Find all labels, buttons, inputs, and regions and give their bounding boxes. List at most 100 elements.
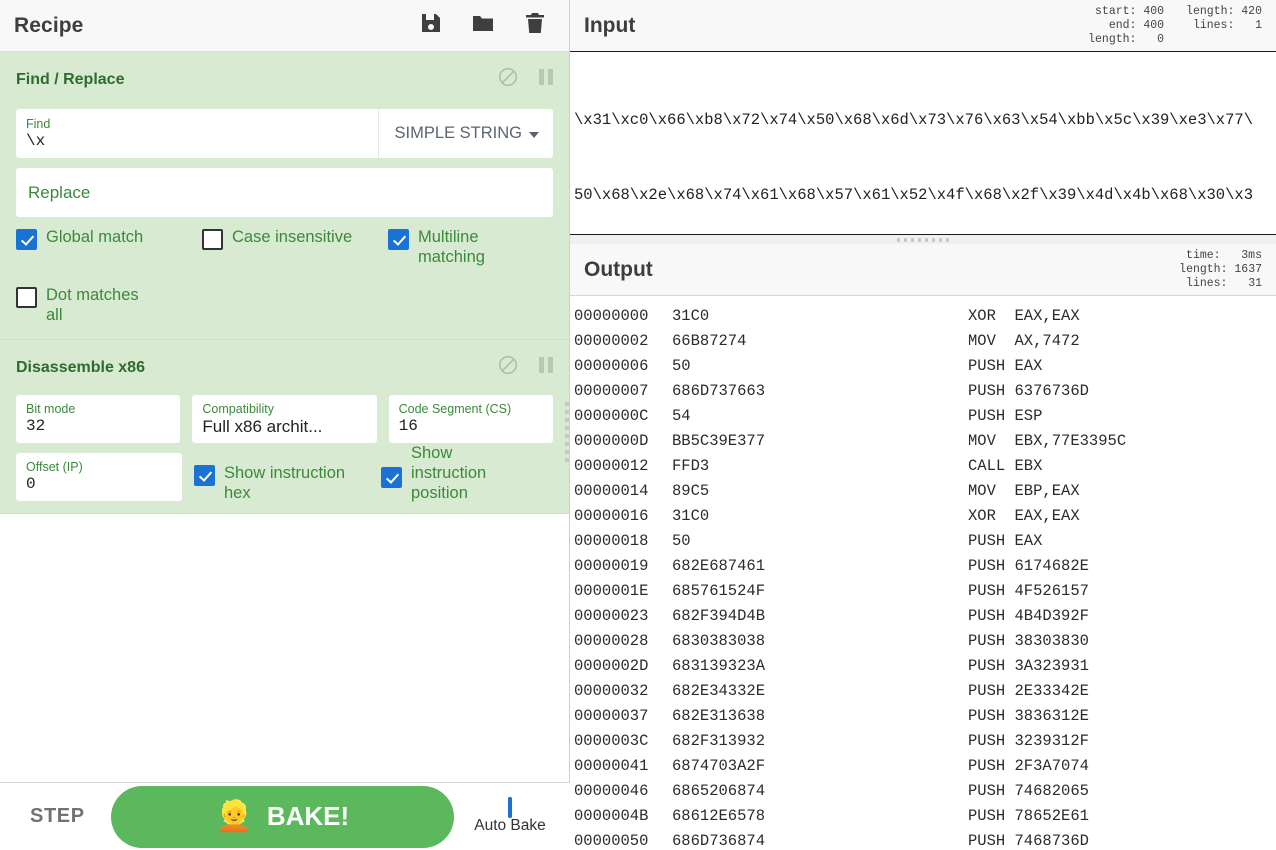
meta-key: lines: (1186, 276, 1228, 290)
checkbox-box (202, 229, 223, 250)
disassembly-row: 00000014 89C5 MOV EBP,EAX (574, 479, 1276, 504)
find-replace-checkbox-grid: Global match Case insensitive Multiline … (0, 217, 569, 329)
meta-value: 1 (1255, 18, 1262, 32)
disable-icon[interactable] (497, 66, 519, 93)
checkbox-show-instruction-hex[interactable]: Show instruction hex (194, 463, 369, 503)
instruction-address: 00000007 (574, 382, 649, 400)
instruction-address: 00000037 (574, 707, 649, 725)
checkbox-box (381, 467, 402, 488)
disassembly-row: 00000028 6830383038 PUSH 38303830 (574, 629, 1276, 654)
offset-ip-input[interactable]: Offset (IP) 0 (16, 453, 182, 501)
instruction-address: 00000014 (574, 482, 649, 500)
instruction-hex: 686D736874 (672, 832, 766, 850)
checkbox-multiline-matching[interactable]: Multiline matching (388, 227, 538, 267)
instruction-address: 0000003C (574, 732, 649, 750)
disable-icon[interactable] (497, 354, 519, 381)
disassembly-row: 00000012 FFD3 CALL EBX (574, 454, 1276, 479)
instruction-address: 00000023 (574, 607, 649, 625)
replace-input[interactable]: Replace (16, 168, 553, 217)
disassembly-row: 00000007 686D737663 PUSH 6376736D (574, 379, 1276, 404)
recipe-title: Recipe (14, 13, 84, 37)
instruction-hex: 686D737663 (672, 382, 766, 400)
checkbox-dot-matches-all[interactable]: Dot matches all (16, 285, 202, 325)
input-length-meta: length: 420 lines: 1 (1186, 5, 1262, 47)
find-label: Find (26, 116, 51, 131)
field-label: Code Segment (CS) (398, 402, 512, 416)
find-argument-row: Find \x SIMPLE STRING (0, 109, 569, 158)
instruction-address: 00000018 (574, 532, 649, 550)
checkbox-box (508, 796, 512, 818)
instruction-mnemonic: PUSH EAX (968, 532, 1043, 550)
meta-value: 400 (1143, 4, 1165, 18)
instruction-hex: BB5C39E377 (672, 432, 766, 450)
bake-button[interactable]: 👱 BAKE! (110, 785, 454, 848)
disassembly-row: 00000019 682E687461 PUSH 6174682E (574, 554, 1276, 579)
meta-key: lines: (1192, 18, 1235, 32)
disassembly-row: 0000001E 685761524F PUSH 4F526157 (574, 579, 1276, 604)
disassembly-row: 00000041 6874703A2F PUSH 2F3A7074 (574, 754, 1276, 779)
field-label: Bit mode (26, 402, 76, 416)
input-output-splitter[interactable] (570, 234, 1276, 244)
meta-value: 1637 (1234, 262, 1262, 276)
step-button[interactable]: STEP (14, 797, 101, 836)
folder-icon[interactable] (471, 11, 495, 40)
instruction-hex: 6874703A2F (672, 757, 766, 775)
recipe-operation-list[interactable]: Find / Replace Find \x SIMPLE STRING Rep… (0, 52, 569, 850)
disassembly-row: 00000050 686D736874 PUSH 7468736D (574, 829, 1276, 850)
operation-disassemble-x86[interactable]: Disassemble x86 Bit mode 32 Compatibilit… (0, 340, 569, 514)
trash-icon[interactable] (523, 11, 547, 40)
chevron-down-icon (529, 131, 539, 138)
find-type-dropdown[interactable]: SIMPLE STRING (379, 109, 553, 158)
instruction-mnemonic: PUSH 78652E61 (968, 807, 1089, 825)
instruction-address: 0000004B (574, 807, 649, 825)
instruction-hex: 682E313638 (672, 707, 766, 725)
meta-value: 3ms (1241, 248, 1262, 262)
output-title: Output (584, 257, 653, 281)
meta-key: start: (1095, 4, 1137, 18)
field-label: Compatibility (202, 402, 274, 416)
operation-header: Disassemble x86 (0, 340, 569, 389)
input-meta: start: 400 end: 400 length: 0 length: 42… (1088, 5, 1270, 47)
instruction-address: 0000000D (574, 432, 649, 450)
auto-bake-toggle[interactable]: Auto Bake (464, 796, 556, 835)
checkbox-label: Global match (46, 228, 144, 246)
disassembly-row: 0000002D 683139323A PUSH 3A323931 (574, 654, 1276, 679)
checkbox-show-instruction-position[interactable]: Show instruction position (381, 443, 531, 503)
breakpoint-icon[interactable] (537, 67, 555, 92)
instruction-address: 00000019 (574, 557, 649, 575)
disassembly-row: 00000000 31C0 XOR EAX,EAX (574, 304, 1276, 329)
instruction-address: 00000002 (574, 332, 649, 350)
checkbox-case-insensitive[interactable]: Case insensitive (202, 227, 388, 250)
instruction-address: 00000000 (574, 307, 649, 325)
instruction-mnemonic: PUSH 6174682E (968, 557, 1089, 575)
checkbox-box (16, 229, 37, 250)
checkbox-box (388, 229, 409, 250)
input-header: Input start: 400 end: 400 length: 0 leng… (570, 0, 1276, 52)
bit-mode-input[interactable]: Bit mode 32 (16, 395, 181, 443)
meta-key: end: (1108, 18, 1137, 32)
compatibility-dropdown[interactable]: Compatibility Full x86 archit... (192, 395, 377, 443)
code-segment-input[interactable]: Code Segment (CS) 16 (388, 395, 553, 443)
field-value: 16 (398, 417, 418, 435)
input-selection-meta: start: 400 end: 400 length: 0 (1088, 5, 1164, 47)
input-textarea[interactable]: \x31\xc0\x66\xb8\x72\x74\x50\x68\x6d\x73… (570, 52, 1276, 234)
operation-find-replace[interactable]: Find / Replace Find \x SIMPLE STRING Rep… (0, 52, 569, 340)
meta-value: 31 (1248, 276, 1262, 290)
breakpoint-icon[interactable] (537, 355, 555, 380)
find-input[interactable]: Find \x (16, 109, 379, 158)
checkbox-label: Multiline matching (418, 228, 485, 266)
instruction-hex: 50 (672, 532, 691, 550)
disassembly-row: 0000000C 54 PUSH ESP (574, 404, 1276, 429)
output-textarea[interactable]: 00000000 31C0 XOR EAX,EAX 00000002 66B87274 M… (570, 296, 1276, 850)
meta-key: length: (1088, 32, 1137, 46)
disassembly-row: 00000037 682E313638 PUSH 3836312E (574, 704, 1276, 729)
input-line: \x31\xc0\x66\xb8\x72\x74\x50\x68\x6d\x73… (574, 111, 1254, 129)
disassembly-row: 00000006 50 PUSH EAX (574, 354, 1276, 379)
recipe-io-splitter[interactable] (562, 52, 571, 812)
save-icon[interactable] (419, 11, 443, 40)
checkbox-global-match[interactable]: Global match (16, 227, 202, 250)
instruction-mnemonic: XOR EAX,EAX (968, 507, 1080, 525)
input-title: Input (584, 13, 636, 37)
splitter-grip (564, 402, 569, 462)
instruction-hex: 68612E6578 (672, 807, 766, 825)
